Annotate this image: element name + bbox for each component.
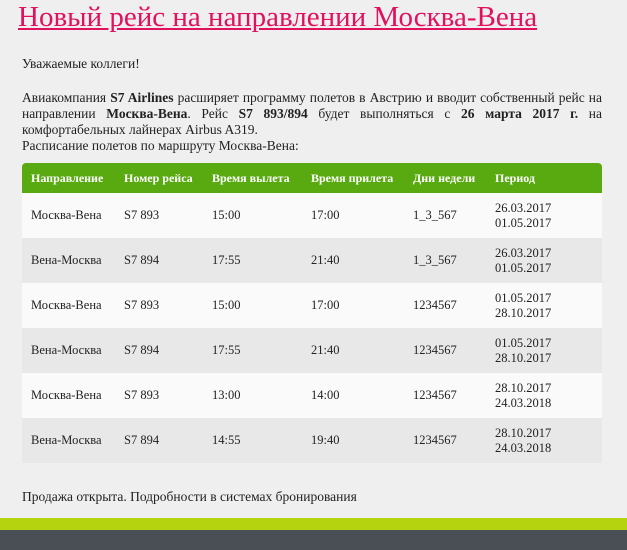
cell-days: 1_3_567: [404, 193, 486, 238]
period-from: 28.10.2017: [495, 380, 552, 395]
cell-direction: Москва-Вена: [22, 193, 115, 238]
intro-paragraph: Авиакомпания S7 Airlines расширяет прогр…: [22, 90, 602, 138]
cell-departure: 17:55: [203, 328, 302, 373]
table-row: Москва-Вена S7 893 13:00 14:00 1234567 2…: [22, 373, 602, 418]
intro-text-4: будет выполняться с: [307, 106, 461, 121]
schedule-title: Расписание полетов по маршруту Москва-Ве…: [22, 138, 299, 153]
footer-accent-bar: [0, 518, 627, 530]
cell-period: 26.03.2017 01.05.2017: [486, 238, 602, 283]
flight-numbers: S7 893/894: [238, 106, 308, 121]
cell-arrival: 14:00: [302, 373, 404, 418]
cell-arrival: 17:00: [302, 283, 404, 328]
airline-name: S7 Airlines: [110, 90, 174, 105]
period-to: 28.10.2017: [495, 350, 552, 365]
cell-direction: Вена-Москва: [22, 328, 115, 373]
period-from: 01.05.2017: [495, 290, 552, 305]
sales-open-note: Продажа открыта. Подробности в системах …: [22, 489, 357, 504]
period-to: 24.03.2018: [495, 395, 552, 410]
cell-departure: 17:55: [203, 238, 302, 283]
cell-direction: Москва-Вена: [22, 283, 115, 328]
cell-arrival: 21:40: [302, 238, 404, 283]
message-body: Уважаемые коллеги! Авиакомпания S7 Airli…: [22, 56, 602, 154]
period-from: 28.10.2017: [495, 425, 552, 440]
cell-period: 01.05.2017 28.10.2017: [486, 328, 602, 373]
period-from: 01.05.2017: [495, 335, 552, 350]
cell-days: 1234567: [404, 418, 486, 463]
cell-departure: 14:55: [203, 418, 302, 463]
table-row: Москва-Вена S7 893 15:00 17:00 1234567 0…: [22, 283, 602, 328]
table-header-row: Направление Номер рейса Время вылета Вре…: [22, 163, 602, 193]
route-name: Москва-Вена: [106, 106, 188, 121]
greeting: Уважаемые коллеги!: [22, 56, 140, 71]
header-arrival-time: Время прилета: [302, 163, 404, 193]
cell-flight: S7 894: [115, 328, 203, 373]
cell-arrival: 21:40: [302, 328, 404, 373]
schedule-table: Направление Номер рейса Время вылета Вре…: [22, 163, 602, 463]
cell-departure: 15:00: [203, 193, 302, 238]
start-date: 26 марта 2017 г.: [461, 106, 579, 121]
cell-days: 1_3_567: [404, 238, 486, 283]
cell-departure: 15:00: [203, 283, 302, 328]
intro-text-3: . Рейс: [187, 106, 239, 121]
table-row: Вена-Москва S7 894 14:55 19:40 1234567 2…: [22, 418, 602, 463]
cell-departure: 13:00: [203, 373, 302, 418]
intro-text-1: Авиакомпания: [22, 90, 111, 105]
header-flight-number: Номер рейса: [115, 163, 203, 193]
cell-flight: S7 894: [115, 238, 203, 283]
header-period: Период: [486, 163, 602, 193]
cell-flight: S7 893: [115, 283, 203, 328]
headline-link[interactable]: Новый рейс на направлении Москва-Вена: [18, 0, 537, 34]
cell-period: 01.05.2017 28.10.2017: [486, 283, 602, 328]
cell-direction: Вена-Москва: [22, 238, 115, 283]
cell-arrival: 19:40: [302, 418, 404, 463]
header-days-of-week: Дни недели: [404, 163, 486, 193]
period-from: 26.03.2017: [495, 200, 552, 215]
period-from: 26.03.2017: [495, 245, 552, 260]
cell-days: 1234567: [404, 328, 486, 373]
cell-days: 1234567: [404, 373, 486, 418]
header-direction: Направление: [22, 163, 115, 193]
table-row: Москва-Вена S7 893 15:00 17:00 1_3_567 2…: [22, 193, 602, 238]
period-to: 01.05.2017: [495, 260, 552, 275]
period-to: 28.10.2017: [495, 305, 552, 320]
period-to: 01.05.2017: [495, 215, 552, 230]
cell-direction: Вена-Москва: [22, 418, 115, 463]
table-row: Вена-Москва S7 894 17:55 21:40 1_3_567 2…: [22, 238, 602, 283]
cell-period: 28.10.2017 24.03.2018: [486, 418, 602, 463]
header-departure-time: Время вылета: [203, 163, 302, 193]
cell-days: 1234567: [404, 283, 486, 328]
cell-period: 26.03.2017 01.05.2017: [486, 193, 602, 238]
cell-period: 28.10.2017 24.03.2018: [486, 373, 602, 418]
period-to: 24.03.2018: [495, 440, 552, 455]
cell-arrival: 17:00: [302, 193, 404, 238]
cell-flight: S7 893: [115, 373, 203, 418]
cell-flight: S7 894: [115, 418, 203, 463]
cell-direction: Москва-Вена: [22, 373, 115, 418]
table-row: Вена-Москва S7 894 17:55 21:40 1234567 0…: [22, 328, 602, 373]
cell-flight: S7 893: [115, 193, 203, 238]
footer-bar: [0, 530, 627, 550]
